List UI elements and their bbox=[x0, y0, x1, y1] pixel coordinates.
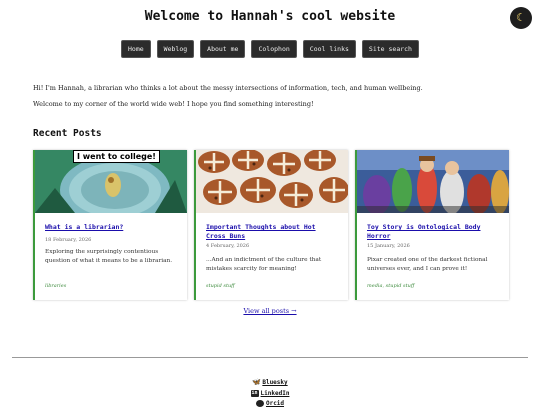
post-date: 18 February, 2026 bbox=[45, 237, 92, 243]
orcid-icon bbox=[255, 400, 264, 407]
post-tags[interactable]: libraries bbox=[45, 283, 66, 289]
post-date: 4 February, 2026 bbox=[206, 243, 250, 249]
social-link-bluesky[interactable]: 🦋Bluesky bbox=[0, 378, 540, 387]
intro-paragraph: Hi! I'm Hannah, a librarian who thinks a… bbox=[33, 84, 423, 92]
post-title-link[interactable]: What is a librarian? bbox=[45, 223, 177, 232]
post-summary: Exploring the surprisingly contentious q… bbox=[45, 249, 173, 264]
social-link-orcid[interactable]: Orcid bbox=[0, 400, 540, 407]
social-link-linkedin[interactable]: in LinkedIn bbox=[0, 390, 540, 397]
post-card[interactable]: I went to college! What is a librarian? … bbox=[33, 150, 187, 300]
site-title: Welcome to Hannah's cool website bbox=[144, 9, 396, 24]
post-image-toy-story bbox=[357, 150, 509, 213]
post-title-link[interactable]: Important Thoughts about Hot Cross Buns bbox=[206, 223, 338, 241]
main-nav: Home Weblog About me Colophon Cool links… bbox=[0, 40, 540, 58]
post-title-link[interactable]: Toy Story is Ontological Body Horror bbox=[367, 223, 499, 241]
nav-about-me[interactable]: About me bbox=[200, 40, 246, 58]
post-tags[interactable]: media, stupid stuff bbox=[367, 283, 414, 289]
image-caption: I went to college! bbox=[73, 150, 160, 163]
bluesky-icon: 🦋 bbox=[252, 378, 262, 386]
nav-cool-links[interactable]: Cool links bbox=[302, 40, 356, 58]
post-date: 15 January, 2026 bbox=[367, 243, 410, 249]
nav-home[interactable]: Home bbox=[121, 40, 151, 58]
post-summary: ...And an indictment of the culture that… bbox=[206, 257, 322, 272]
post-card[interactable]: Important Thoughts about Hot Cross Buns … bbox=[194, 150, 348, 300]
welcome-paragraph: Welcome to my corner of the world wide w… bbox=[33, 100, 314, 108]
nav-weblog[interactable]: Weblog bbox=[156, 40, 195, 58]
nav-colophon[interactable]: Colophon bbox=[251, 40, 297, 58]
post-card[interactable]: Toy Story is Ontological Body Horror 15 … bbox=[355, 150, 509, 300]
post-tags[interactable]: stupid stuff bbox=[206, 283, 235, 289]
recent-posts-heading: Recent Posts bbox=[33, 128, 102, 139]
footer-divider bbox=[12, 357, 528, 358]
post-image-hot-cross-buns bbox=[196, 150, 348, 213]
nav-site-search[interactable]: Site search bbox=[361, 40, 419, 58]
view-all-posts-link[interactable]: View all posts → bbox=[0, 307, 540, 315]
post-summary: Pixar created one of the darkest fiction… bbox=[367, 257, 488, 272]
linkedin-icon: in bbox=[250, 390, 259, 397]
